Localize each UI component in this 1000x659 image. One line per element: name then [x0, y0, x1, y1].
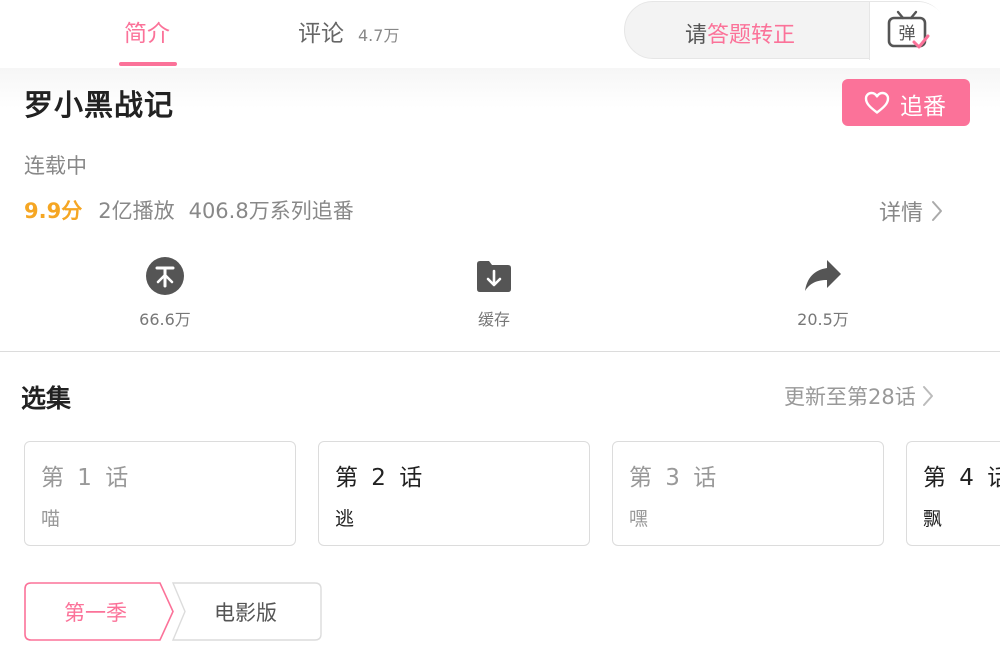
danmaku-highlight: 答题转正 [707, 23, 796, 48]
episode-title: 逃 [335, 508, 355, 530]
follow-label: 追番 [900, 94, 946, 120]
coin-button[interactable]: 66.6万 [105, 256, 225, 330]
episode-update-label: 更新至第28话 [784, 385, 916, 409]
episode-number: 第 3 话 [629, 465, 720, 491]
chevron-right-icon [932, 201, 943, 221]
season-tab-2[interactable]: 电影版 [172, 582, 322, 641]
score: 9.9分 [24, 199, 83, 223]
episode-card-2[interactable]: 第 2 话 逃 [318, 441, 590, 546]
season-label: 电影版 [214, 601, 277, 625]
share-icon [805, 260, 841, 291]
share-button[interactable]: 20.5万 [763, 256, 883, 330]
danmaku-toggle-button[interactable]: 弹 [869, 2, 947, 60]
episode-title: 飘 [923, 508, 943, 530]
share-count: 20.5万 [797, 310, 849, 329]
episode-card-3[interactable]: 第 3 话 嘿 [612, 441, 884, 546]
episode-number: 第 2 话 [335, 465, 426, 491]
page-title: 罗小黑战记 [24, 88, 175, 122]
download-icon [477, 261, 511, 292]
active-tab-indicator [119, 62, 177, 66]
detail-link[interactable]: 详情 [879, 195, 943, 227]
stats-row: 9.9分 2亿播放 406.8万系列追番 [24, 195, 354, 225]
detail-label: 详情 [879, 201, 924, 226]
episode-title: 喵 [41, 508, 61, 530]
follow-count: 406.8万系列追番 [188, 199, 354, 223]
follow-button[interactable]: 追番 [842, 79, 970, 126]
episodes-heading: 选集 [21, 384, 72, 413]
coin-count: 66.6万 [139, 310, 191, 329]
danmaku-prefix: 请 [685, 23, 708, 48]
episode-number: 第 4 话 [923, 465, 1000, 491]
top-tab-bar: 简介 评论 4.7万 请答题转正 弹 [0, 0, 1000, 68]
tab-comment[interactable]: 评论 [298, 14, 344, 48]
season-label: 第一季 [64, 601, 127, 625]
danmaku-tv-icon: 弹 [887, 10, 930, 49]
episode-card-4[interactable]: 第 4 话 飘 [906, 441, 1000, 546]
episode-title: 嘿 [629, 508, 649, 530]
heart-icon [864, 91, 890, 114]
info-section: 罗小黑战记 追番 连载中 9.9分 2亿播放 406.8万系列追番 详情 66.6万… [0, 68, 1000, 351]
danmaku-placeholder: 请答题转正 [685, 17, 795, 49]
danmaku-input[interactable]: 请答题转正 弹 [624, 1, 947, 60]
episode-update-link[interactable]: 更新至第28话 [784, 381, 934, 411]
season-tab-1[interactable]: 第一季 [24, 582, 174, 641]
episode-number: 第 1 话 [41, 465, 132, 491]
cache-button[interactable]: 缓存 [434, 256, 554, 330]
comment-count: 4.7万 [358, 26, 400, 45]
airing-status: 连载中 [24, 154, 87, 178]
play-count: 2亿播放 [98, 199, 175, 223]
cache-label: 缓存 [477, 310, 510, 329]
episode-card-1[interactable]: 第 1 话 喵 [24, 441, 296, 546]
chevron-right-icon [922, 386, 933, 406]
section-divider [0, 351, 1000, 352]
tab-intro[interactable]: 简介 [124, 14, 170, 48]
coin-icon [146, 257, 184, 295]
